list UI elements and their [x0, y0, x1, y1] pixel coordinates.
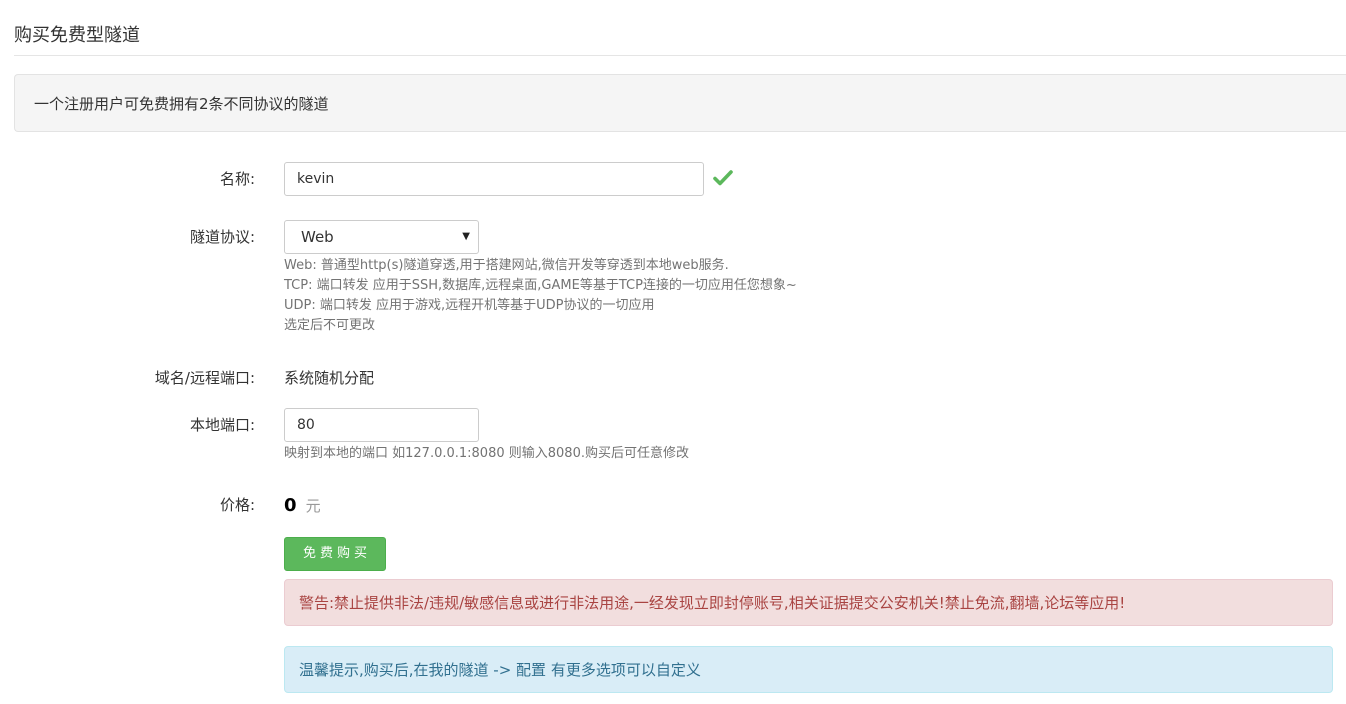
title-divider [14, 55, 1346, 56]
protocol-select[interactable]: Web ▼ [284, 220, 479, 254]
notice-well: 一个注册用户可免费拥有2条不同协议的隧道 [14, 74, 1346, 132]
protocol-label: 隧道协议: [189, 228, 255, 246]
price-display: 0 元 [284, 494, 321, 518]
check-icon [713, 170, 733, 186]
name-label: 名称: [219, 170, 255, 188]
warning-alert: 警告:禁止提供非法/违规/敏感信息或进行非法用途,一经发现立即封停账号,相关证据… [284, 579, 1333, 626]
chevron-down-icon: ▼ [462, 231, 470, 242]
price-label: 价格: [219, 496, 255, 514]
protocol-help-tcp: TCP: 端口转发 应用于SSH,数据库,远程桌面,GAME等基于TCP连接的一… [284, 278, 797, 293]
protocol-help-web: Web: 普通型http(s)隧道穿透,用于搭建网站,微信开发等穿透到本地web… [284, 258, 729, 273]
local-port-help: 映射到本地的端口 如127.0.0.1:8080 则输入8080.购买后可任意修… [284, 446, 689, 461]
protocol-selected-value: Web [301, 228, 334, 246]
price-unit: 元 [305, 497, 321, 515]
protocol-help-udp: UDP: 端口转发 应用于游戏,远程开机等基于UDP协议的一切应用 [284, 298, 655, 313]
price-amount: 0 [284, 495, 297, 516]
page-title: 购买免费型隧道 [14, 25, 140, 46]
name-input[interactable] [284, 162, 704, 196]
free-buy-button[interactable]: 免费购买 [284, 537, 386, 571]
tip-alert: 温馨提示,购买后,在我的隧道 -> 配置 有更多选项可以自定义 [284, 646, 1333, 693]
protocol-help-note: 选定后不可更改 [284, 318, 376, 333]
local-port-input[interactable] [284, 408, 479, 442]
domain-label: 域名/远程端口: [154, 369, 255, 387]
domain-value: 系统随机分配 [284, 369, 375, 387]
local-port-label: 本地端口: [189, 416, 255, 434]
